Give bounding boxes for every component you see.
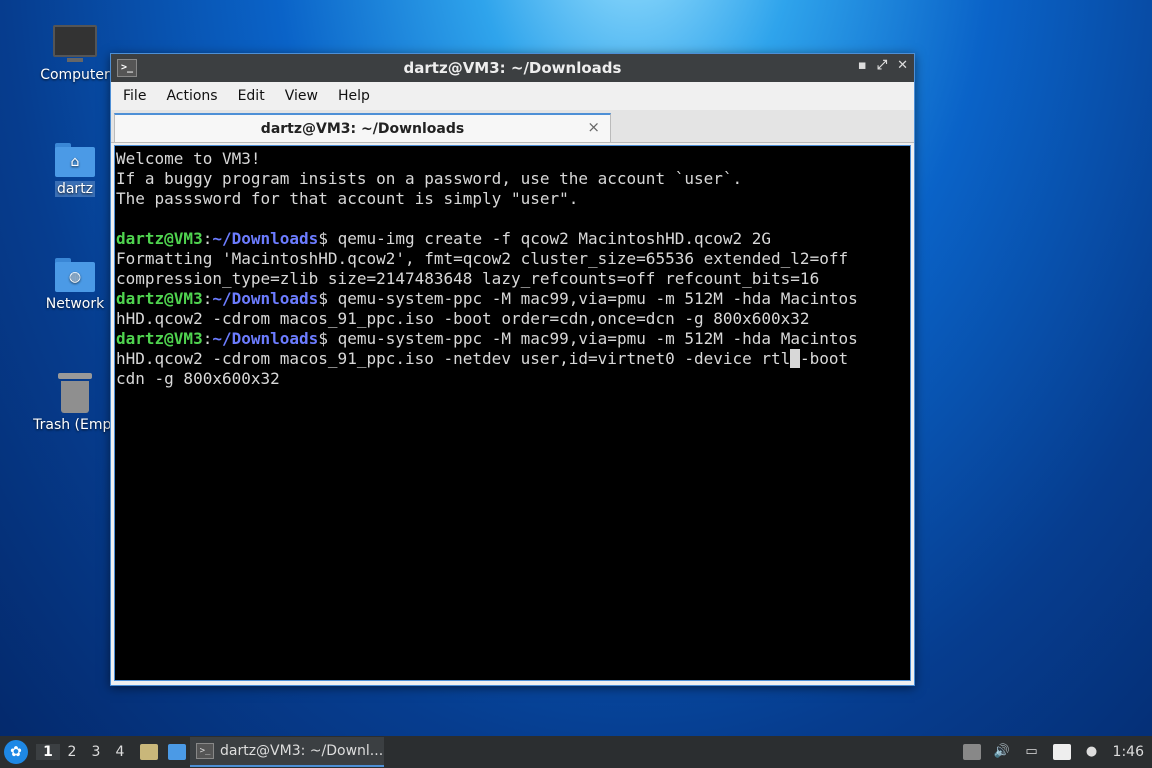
desktop-icon-home[interactable]: ⌂ dartz — [30, 143, 120, 197]
terminal-window[interactable]: >_ dartz@VM3: ~/Downloads ▪ ⤢ ✕ File Act… — [110, 53, 915, 686]
terminal-icon: >_ — [196, 743, 214, 759]
menu-file[interactable]: File — [113, 88, 156, 104]
terminal-icon: >_ — [117, 59, 137, 77]
prompt-path: ~/Downloads — [212, 329, 319, 348]
network-icon[interactable]: ▭ — [1023, 744, 1041, 760]
prompt-sep: : — [202, 229, 213, 248]
taskbar: ✿ 1 2 3 4 >_ dartz@VM3: ~/Downl... 🔊 ▭ ●… — [0, 736, 1152, 768]
clipboard-icon[interactable] — [1052, 744, 1071, 760]
prompt-end: $ — [318, 289, 328, 308]
workspace-4[interactable]: 4 — [108, 744, 132, 760]
computer-icon — [53, 25, 97, 62]
network-folder-icon: ◍ — [55, 258, 95, 292]
command-text: hHD.qcow2 -cdrom macos_91_ppc.iso -netde… — [116, 349, 791, 368]
output-line: compression_type=zlib size=2147483648 la… — [116, 269, 820, 288]
window-title: dartz@VM3: ~/Downloads — [403, 59, 622, 77]
command-continuation: hHD.qcow2 -cdrom macos_91_ppc.iso -netde… — [116, 349, 909, 369]
prompt-user: dartz@VM3 — [116, 329, 203, 348]
menu-edit[interactable]: Edit — [228, 88, 275, 104]
prompt-path: ~/Downloads — [212, 289, 319, 308]
command-line: dartz@VM3:~/Downloads$ qemu-system-ppc -… — [116, 289, 909, 309]
tab-close-icon[interactable]: × — [587, 118, 600, 136]
desktop-icon-label: Trash (Empt — [33, 417, 117, 433]
terminal-output[interactable]: Welcome to VM3! If a buggy program insist… — [114, 145, 911, 681]
task-label: dartz@VM3: ~/Downl... — [220, 743, 384, 759]
trash-icon — [58, 373, 92, 413]
volume-icon[interactable]: 🔊 — [993, 744, 1011, 760]
desktop-icon-label: dartz — [54, 181, 96, 197]
prompt-user: dartz@VM3 — [116, 289, 203, 308]
clock[interactable]: 1:46 — [1113, 744, 1144, 760]
prompt-user: dartz@VM3 — [116, 229, 203, 248]
menubar: File Actions Edit View Help — [111, 82, 914, 110]
output-line: cdn -g 800x600x32 — [116, 369, 280, 388]
menu-actions[interactable]: Actions — [156, 88, 227, 104]
command-text: qemu-system-ppc -M mac99,via=pmu -m 512M… — [327, 289, 858, 308]
file-manager-icon[interactable] — [140, 744, 158, 760]
tab-title: dartz@VM3: ~/Downloads — [260, 120, 465, 137]
command-text: -boot — [799, 349, 849, 368]
desktop-icon-trash[interactable]: Trash (Empt — [30, 373, 120, 433]
start-menu-icon[interactable]: ✿ — [4, 740, 28, 764]
text-cursor — [790, 349, 800, 368]
minimize-icon[interactable]: ▪ — [858, 58, 867, 73]
output-line: The passsword for that account is simply… — [116, 189, 579, 208]
workspace-1[interactable]: 1 — [36, 744, 60, 760]
home-folder-icon: ⌂ — [55, 143, 95, 177]
prompt-sep: : — [202, 289, 213, 308]
prompt-end: $ — [318, 229, 328, 248]
maximize-icon[interactable]: ⤢ — [877, 58, 887, 73]
command-text: qemu-img create -f qcow2 MacintoshHD.qco… — [327, 229, 772, 248]
desktop-icon-network[interactable]: ◍ Network — [30, 258, 120, 312]
notification-icon[interactable]: ● — [1083, 744, 1101, 760]
desktop-icon-label: Computer — [40, 67, 110, 83]
prompt-sep: : — [202, 329, 213, 348]
workspace-3[interactable]: 3 — [84, 744, 108, 760]
command-line: dartz@VM3:~/Downloads$ qemu-img create -… — [116, 229, 909, 249]
show-desktop-icon[interactable] — [168, 744, 186, 760]
workspace-2[interactable]: 2 — [60, 744, 84, 760]
command-text: qemu-system-ppc -M mac99,via=pmu -m 512M… — [327, 329, 858, 348]
desktop-icon-computer[interactable]: Computer — [30, 25, 120, 83]
menu-view[interactable]: View — [275, 88, 328, 104]
window-titlebar[interactable]: >_ dartz@VM3: ~/Downloads ▪ ⤢ ✕ — [111, 54, 914, 82]
tab-terminal[interactable]: dartz@VM3: ~/Downloads × — [114, 113, 611, 142]
output-line: If a buggy program insists on a password… — [116, 169, 743, 188]
desktop-icon-label: Network — [45, 296, 105, 312]
output-line: hHD.qcow2 -cdrom macos_91_ppc.iso -boot … — [116, 309, 810, 328]
menu-help[interactable]: Help — [328, 88, 380, 104]
command-line: dartz@VM3:~/Downloads$ qemu-system-ppc -… — [116, 329, 909, 349]
output-line: Welcome to VM3! — [116, 149, 261, 168]
system-tray: 🔊 ▭ ● 1:46 — [962, 744, 1152, 760]
prompt-end: $ — [318, 329, 328, 348]
taskbar-task-terminal[interactable]: >_ dartz@VM3: ~/Downl... — [190, 737, 384, 767]
close-icon[interactable]: ✕ — [897, 58, 908, 73]
output-line: Formatting 'MacintoshHD.qcow2', fmt=qcow… — [116, 249, 849, 268]
usb-icon[interactable] — [962, 744, 981, 760]
tab-bar: dartz@VM3: ~/Downloads × — [111, 110, 914, 143]
prompt-path: ~/Downloads — [212, 229, 319, 248]
